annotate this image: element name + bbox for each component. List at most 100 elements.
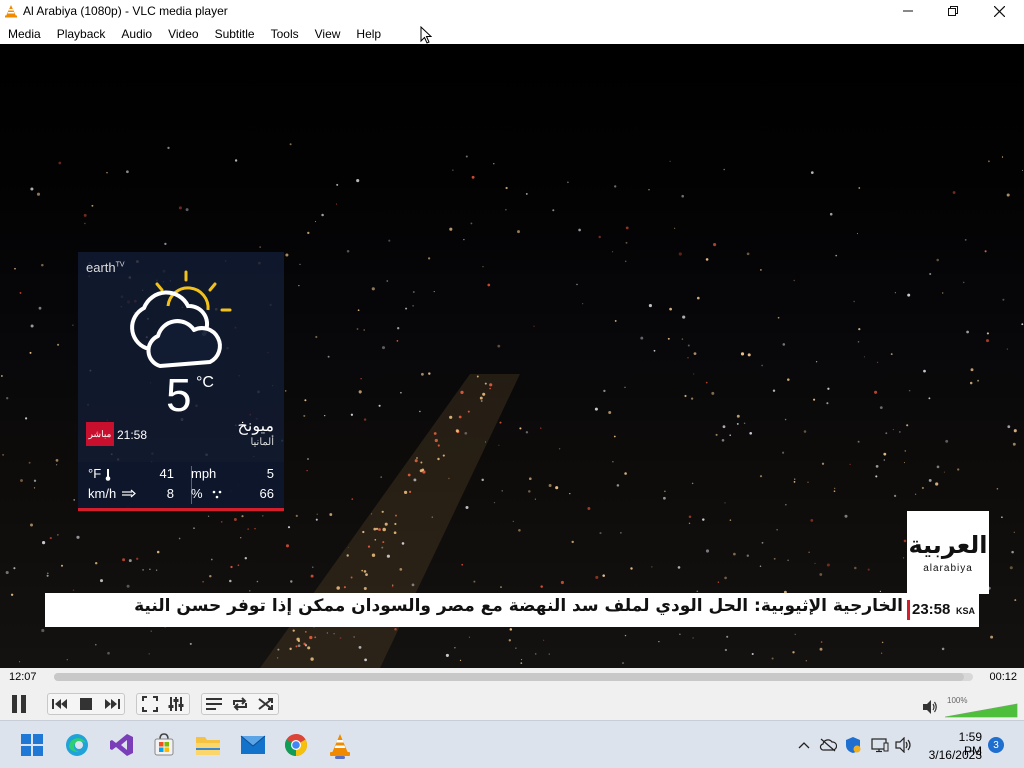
tray-display[interactable] <box>870 735 890 755</box>
speaker-icon[interactable] <box>922 699 938 715</box>
tray-security[interactable] <box>843 735 863 755</box>
kmh-value: 8 <box>166 486 174 501</box>
partly-cloudy-icon <box>130 270 232 368</box>
humidity-label: % <box>191 486 203 501</box>
maximize-button[interactable] <box>930 0 976 22</box>
notification-badge[interactable]: 3 <box>988 737 1004 753</box>
fahrenheit-value: 41 <box>159 466 174 481</box>
news-ticker: الخارجية الإثيوبية: الحل الودي لملف سد ا… <box>45 593 979 627</box>
menu-video[interactable]: Video <box>160 22 206 44</box>
taskbar: 1:59 PM 3/16/2023 3 <box>0 720 1024 768</box>
weather-card: earthTV 5 °C مباشر 21:58 ميونخ ألمانيا °… <box>78 252 284 512</box>
pause-icon <box>12 695 26 713</box>
menu-bar: Media Playback Audio Video Subtitle Tool… <box>0 22 1024 44</box>
network-icon <box>819 738 837 752</box>
playlist-button[interactable] <box>201 691 227 717</box>
shuffle-button[interactable] <box>253 691 279 717</box>
taskbar-mail[interactable] <box>237 729 269 761</box>
taskbar-edge[interactable] <box>61 729 93 761</box>
weather-accent-line <box>78 508 284 511</box>
next-icon <box>105 699 120 709</box>
close-button[interactable] <box>976 0 1022 22</box>
menu-tools[interactable]: Tools <box>263 22 307 44</box>
mail-icon <box>240 735 266 754</box>
shuffle-icon <box>258 698 273 710</box>
seek-row: 12:07 00:12 <box>0 668 1024 688</box>
taskbar-file-explorer[interactable] <box>192 729 224 761</box>
tray-volume[interactable] <box>894 735 914 755</box>
ticker-separator <box>907 600 910 620</box>
store-icon <box>154 733 174 756</box>
extended-settings-button[interactable] <box>163 691 189 717</box>
minimize-icon <box>903 10 913 12</box>
active-app-indicator <box>335 756 345 759</box>
title-bar: Al Arabiya (1080p) - VLC media player <box>0 0 1024 22</box>
visual-studio-icon <box>110 734 133 756</box>
mph-value: 5 <box>266 466 274 481</box>
remaining-time[interactable]: 00:12 <box>989 671 1017 683</box>
seek-progress <box>54 673 964 681</box>
menu-view[interactable]: View <box>307 22 349 44</box>
taskbar-chrome[interactable] <box>280 729 312 761</box>
humidity-icon <box>212 490 222 499</box>
ticker-headline: الخارجية الإثيوبية: الحل الودي لملف سد ا… <box>134 596 903 616</box>
playback-controls: 100% <box>0 688 1024 720</box>
live-badge: مباشر <box>86 422 114 446</box>
chrome-icon <box>285 734 307 756</box>
vlc-icon <box>330 734 350 756</box>
earthtv-logo: earthTV <box>86 260 125 275</box>
clock-date[interactable]: 3/16/2023 <box>922 748 982 762</box>
menu-help[interactable]: Help <box>348 22 389 44</box>
next-button[interactable] <box>99 691 125 717</box>
security-icon <box>846 737 861 753</box>
ticker-clock: 23:58 <box>912 601 951 618</box>
elapsed-time: 12:07 <box>9 671 37 683</box>
close-icon <box>993 5 1005 17</box>
previous-icon <box>52 699 67 709</box>
stop-icon <box>80 698 92 710</box>
wind-icon <box>122 489 136 498</box>
weather-city: ميونخ <box>237 418 274 435</box>
fahrenheit-label: °F <box>88 466 102 481</box>
mouse-cursor-icon <box>420 26 432 44</box>
speaker-icon <box>895 737 911 753</box>
ticker-timezone: KSA <box>956 606 976 616</box>
taskbar-visual-studio[interactable] <box>106 729 138 761</box>
menu-media[interactable]: Media <box>0 22 49 44</box>
seek-bar[interactable] <box>54 673 973 681</box>
menu-audio[interactable]: Audio <box>113 22 160 44</box>
weather-time: 21:58 <box>117 428 148 442</box>
edge-icon <box>66 734 88 756</box>
maximize-icon <box>948 6 958 16</box>
menu-subtitle[interactable]: Subtitle <box>207 22 263 44</box>
tray-network[interactable] <box>818 735 838 755</box>
logo-latin: alarabiya <box>923 563 973 574</box>
menu-playback[interactable]: Playback <box>49 22 114 44</box>
extended-settings-icon <box>168 697 184 711</box>
minimize-button[interactable] <box>885 0 931 22</box>
previous-button[interactable] <box>47 691 73 717</box>
window-title: Al Arabiya (1080p) - VLC media player <box>23 4 228 18</box>
loop-button[interactable] <box>227 691 253 717</box>
fullscreen-button[interactable] <box>137 691 163 717</box>
video-display[interactable]: earthTV 5 °C مباشر 21:58 ميونخ ألمانيا °… <box>0 44 1024 668</box>
temperature-value: 5 <box>166 369 192 421</box>
stop-button[interactable] <box>73 691 99 717</box>
fullscreen-icon <box>142 696 158 712</box>
weather-country: ألمانيا <box>250 437 274 448</box>
start-button[interactable] <box>16 729 48 761</box>
chevron-up-icon <box>798 742 810 749</box>
volume-slider[interactable] <box>945 698 1019 718</box>
thermometer-icon <box>105 469 111 481</box>
humidity-value: 66 <box>259 486 274 501</box>
taskbar-vlc[interactable] <box>324 729 356 761</box>
windows-start-icon <box>21 734 43 756</box>
taskbar-store[interactable] <box>148 729 180 761</box>
kmh-label: km/h <box>88 486 117 501</box>
logo-arabic: العربية <box>908 531 988 559</box>
vlc-cone-icon <box>5 5 17 18</box>
loop-icon <box>233 697 247 711</box>
pause-button[interactable] <box>6 691 32 717</box>
tray-overflow[interactable] <box>794 735 814 755</box>
playlist-icon <box>206 698 222 710</box>
